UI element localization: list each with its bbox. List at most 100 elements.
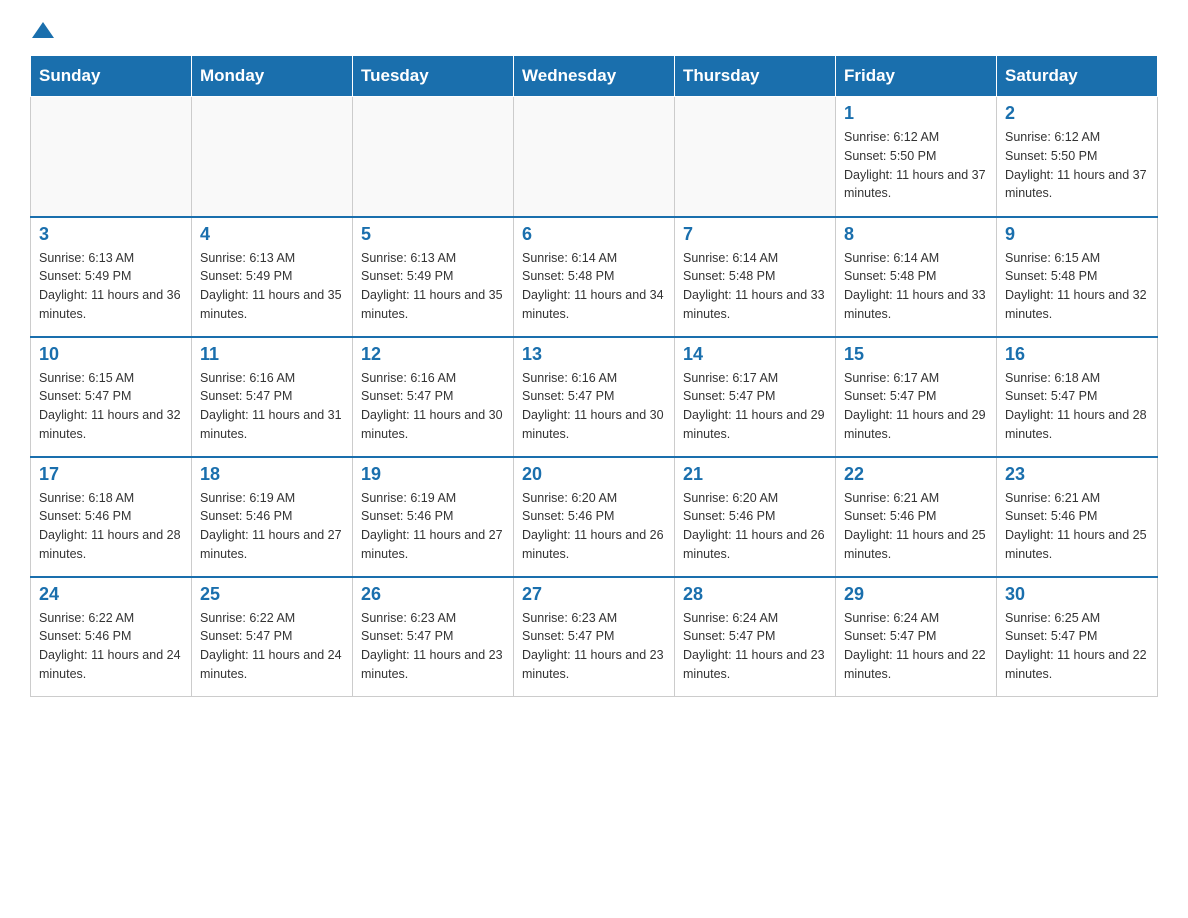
day-info: Sunrise: 6:16 AMSunset: 5:47 PMDaylight:… bbox=[200, 369, 344, 444]
day-info: Sunrise: 6:17 AMSunset: 5:47 PMDaylight:… bbox=[683, 369, 827, 444]
calendar-day-cell: 13 Sunrise: 6:16 AMSunset: 5:47 PMDayligh… bbox=[514, 337, 675, 457]
day-info: Sunrise: 6:25 AMSunset: 5:47 PMDaylight:… bbox=[1005, 609, 1149, 684]
day-info: Sunrise: 6:12 AMSunset: 5:50 PMDaylight:… bbox=[844, 128, 988, 203]
calendar-day-cell: 19Sunrise: 6:19 AMSunset: 5:46 PMDayligh… bbox=[353, 457, 514, 577]
day-number: 9 bbox=[1005, 224, 1149, 245]
day-number: 17 bbox=[39, 464, 183, 485]
calendar-day-cell: 22 Sunrise: 6:21 AMSunset: 5:46 PMDayligh… bbox=[836, 457, 997, 577]
calendar-day-cell: 25Sunrise: 6:22 AMSunset: 5:47 PMDayligh… bbox=[192, 577, 353, 697]
calendar-day-cell: 15 Sunrise: 6:17 AMSunset: 5:47 PMDayligh… bbox=[836, 337, 997, 457]
day-number: 21 bbox=[683, 464, 827, 485]
logo-triangle-icon bbox=[32, 20, 54, 40]
weekday-header-tuesday: Tuesday bbox=[353, 56, 514, 97]
calendar-day-cell: 5 Sunrise: 6:13 AMSunset: 5:49 PMDaylight… bbox=[353, 217, 514, 337]
day-info: Sunrise: 6:17 AMSunset: 5:47 PMDaylight:… bbox=[844, 369, 988, 444]
day-info: Sunrise: 6:20 AMSunset: 5:46 PMDaylight:… bbox=[683, 489, 827, 564]
calendar-day-cell: 17 Sunrise: 6:18 AMSunset: 5:46 PMDayligh… bbox=[31, 457, 192, 577]
calendar-day-cell: 20 Sunrise: 6:20 AMSunset: 5:46 PMDayligh… bbox=[514, 457, 675, 577]
day-number: 12 bbox=[361, 344, 505, 365]
day-number: 22 bbox=[844, 464, 988, 485]
calendar-day-cell: 10Sunrise: 6:15 AMSunset: 5:47 PMDayligh… bbox=[31, 337, 192, 457]
day-number: 16 bbox=[1005, 344, 1149, 365]
day-info: Sunrise: 6:24 AMSunset: 5:47 PMDaylight:… bbox=[844, 609, 988, 684]
day-number: 24 bbox=[39, 584, 183, 605]
calendar-day-cell bbox=[514, 97, 675, 217]
calendar-day-cell: 1 Sunrise: 6:12 AMSunset: 5:50 PMDaylight… bbox=[836, 97, 997, 217]
calendar-day-cell: 7Sunrise: 6:14 AMSunset: 5:48 PMDaylight… bbox=[675, 217, 836, 337]
calendar-day-cell: 4 Sunrise: 6:13 AMSunset: 5:49 PMDaylight… bbox=[192, 217, 353, 337]
calendar-week-row: 3Sunrise: 6:13 AMSunset: 5:49 PMDaylight… bbox=[31, 217, 1158, 337]
day-number: 30 bbox=[1005, 584, 1149, 605]
day-number: 27 bbox=[522, 584, 666, 605]
calendar-day-cell: 14 Sunrise: 6:17 AMSunset: 5:47 PMDayligh… bbox=[675, 337, 836, 457]
day-number: 11 bbox=[200, 344, 344, 365]
day-info: Sunrise: 6:21 AMSunset: 5:46 PMDaylight:… bbox=[1005, 489, 1149, 564]
calendar-day-cell: 18 Sunrise: 6:19 AMSunset: 5:46 PMDayligh… bbox=[192, 457, 353, 577]
calendar-day-cell: 26 Sunrise: 6:23 AMSunset: 5:47 PMDayligh… bbox=[353, 577, 514, 697]
calendar-week-row: 10Sunrise: 6:15 AMSunset: 5:47 PMDayligh… bbox=[31, 337, 1158, 457]
calendar-day-cell: 2 Sunrise: 6:12 AMSunset: 5:50 PMDaylight… bbox=[997, 97, 1158, 217]
calendar-day-cell: 29 Sunrise: 6:24 AMSunset: 5:47 PMDayligh… bbox=[836, 577, 997, 697]
day-number: 28 bbox=[683, 584, 827, 605]
day-number: 14 bbox=[683, 344, 827, 365]
calendar-day-cell: 8 Sunrise: 6:14 AMSunset: 5:48 PMDaylight… bbox=[836, 217, 997, 337]
day-info: Sunrise: 6:20 AMSunset: 5:46 PMDaylight:… bbox=[522, 489, 666, 564]
weekday-header-thursday: Thursday bbox=[675, 56, 836, 97]
day-info: Sunrise: 6:14 AMSunset: 5:48 PMDaylight:… bbox=[844, 249, 988, 324]
day-info: Sunrise: 6:16 AMSunset: 5:47 PMDaylight:… bbox=[522, 369, 666, 444]
day-info: Sunrise: 6:14 AMSunset: 5:48 PMDaylight:… bbox=[683, 249, 827, 324]
day-number: 15 bbox=[844, 344, 988, 365]
logo bbox=[30, 20, 54, 45]
day-info: Sunrise: 6:22 AMSunset: 5:46 PMDaylight:… bbox=[39, 609, 183, 684]
calendar-table: SundayMondayTuesdayWednesdayThursdayFrid… bbox=[30, 55, 1158, 697]
day-info: Sunrise: 6:13 AMSunset: 5:49 PMDaylight:… bbox=[361, 249, 505, 324]
day-number: 6 bbox=[522, 224, 666, 245]
day-info: Sunrise: 6:14 AMSunset: 5:48 PMDaylight:… bbox=[522, 249, 666, 324]
calendar-day-cell: 28Sunrise: 6:24 AMSunset: 5:47 PMDayligh… bbox=[675, 577, 836, 697]
weekday-header-wednesday: Wednesday bbox=[514, 56, 675, 97]
day-number: 18 bbox=[200, 464, 344, 485]
calendar-day-cell: 6 Sunrise: 6:14 AMSunset: 5:48 PMDaylight… bbox=[514, 217, 675, 337]
calendar-day-cell: 21 Sunrise: 6:20 AMSunset: 5:46 PMDayligh… bbox=[675, 457, 836, 577]
day-number: 29 bbox=[844, 584, 988, 605]
calendar-week-row: 24 Sunrise: 6:22 AMSunset: 5:46 PMDayligh… bbox=[31, 577, 1158, 697]
page-header bbox=[30, 20, 1158, 45]
day-info: Sunrise: 6:12 AMSunset: 5:50 PMDaylight:… bbox=[1005, 128, 1149, 203]
weekday-header-row: SundayMondayTuesdayWednesdayThursdayFrid… bbox=[31, 56, 1158, 97]
day-number: 20 bbox=[522, 464, 666, 485]
day-info: Sunrise: 6:23 AMSunset: 5:47 PMDaylight:… bbox=[361, 609, 505, 684]
calendar-day-cell: 12Sunrise: 6:16 AMSunset: 5:47 PMDayligh… bbox=[353, 337, 514, 457]
calendar-week-row: 17 Sunrise: 6:18 AMSunset: 5:46 PMDayligh… bbox=[31, 457, 1158, 577]
day-info: Sunrise: 6:15 AMSunset: 5:48 PMDaylight:… bbox=[1005, 249, 1149, 324]
calendar-day-cell bbox=[353, 97, 514, 217]
day-number: 26 bbox=[361, 584, 505, 605]
weekday-header-friday: Friday bbox=[836, 56, 997, 97]
day-info: Sunrise: 6:21 AMSunset: 5:46 PMDaylight:… bbox=[844, 489, 988, 564]
day-number: 13 bbox=[522, 344, 666, 365]
calendar-week-row: 1 Sunrise: 6:12 AMSunset: 5:50 PMDaylight… bbox=[31, 97, 1158, 217]
day-info: Sunrise: 6:13 AMSunset: 5:49 PMDaylight:… bbox=[39, 249, 183, 324]
day-info: Sunrise: 6:18 AMSunset: 5:46 PMDaylight:… bbox=[39, 489, 183, 564]
calendar-day-cell: 9 Sunrise: 6:15 AMSunset: 5:48 PMDaylight… bbox=[997, 217, 1158, 337]
day-number: 8 bbox=[844, 224, 988, 245]
calendar-day-cell: 11 Sunrise: 6:16 AMSunset: 5:47 PMDayligh… bbox=[192, 337, 353, 457]
day-number: 5 bbox=[361, 224, 505, 245]
weekday-header-saturday: Saturday bbox=[997, 56, 1158, 97]
day-info: Sunrise: 6:23 AMSunset: 5:47 PMDaylight:… bbox=[522, 609, 666, 684]
day-number: 1 bbox=[844, 103, 988, 124]
calendar-day-cell: 24 Sunrise: 6:22 AMSunset: 5:46 PMDayligh… bbox=[31, 577, 192, 697]
day-info: Sunrise: 6:15 AMSunset: 5:47 PMDaylight:… bbox=[39, 369, 183, 444]
weekday-header-sunday: Sunday bbox=[31, 56, 192, 97]
calendar-day-cell: 23Sunrise: 6:21 AMSunset: 5:46 PMDayligh… bbox=[997, 457, 1158, 577]
day-info: Sunrise: 6:18 AMSunset: 5:47 PMDaylight:… bbox=[1005, 369, 1149, 444]
calendar-day-cell: 27 Sunrise: 6:23 AMSunset: 5:47 PMDayligh… bbox=[514, 577, 675, 697]
day-info: Sunrise: 6:19 AMSunset: 5:46 PMDaylight:… bbox=[361, 489, 505, 564]
calendar-day-cell: 16 Sunrise: 6:18 AMSunset: 5:47 PMDayligh… bbox=[997, 337, 1158, 457]
calendar-day-cell bbox=[192, 97, 353, 217]
calendar-day-cell bbox=[675, 97, 836, 217]
day-info: Sunrise: 6:13 AMSunset: 5:49 PMDaylight:… bbox=[200, 249, 344, 324]
day-number: 4 bbox=[200, 224, 344, 245]
day-info: Sunrise: 6:22 AMSunset: 5:47 PMDaylight:… bbox=[200, 609, 344, 684]
day-number: 2 bbox=[1005, 103, 1149, 124]
day-info: Sunrise: 6:19 AMSunset: 5:46 PMDaylight:… bbox=[200, 489, 344, 564]
